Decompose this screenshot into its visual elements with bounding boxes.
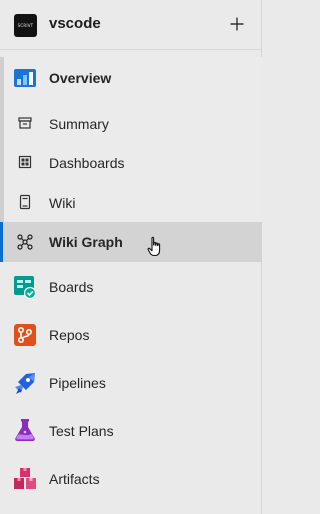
hand-cursor-icon [147,236,161,257]
nav-item-wiki[interactable]: Wiki [0,183,262,221]
nav-label-summary: Summary [49,116,109,132]
nav-item-dashboards[interactable]: Dashboards [0,143,262,181]
overview-icon [13,66,37,90]
pipelines-icon [13,371,37,395]
nav-label-pipelines: Pipelines [49,375,106,391]
repos-icon [13,323,37,347]
wiki-graph-icon [17,234,33,250]
nav-item-boards[interactable]: Boards [0,267,262,307]
nav-item-test-plans[interactable]: Test Plans [0,411,262,451]
dashboards-icon [17,154,33,170]
project-header: SCRIVT vscode [0,0,262,50]
nav-item-pipelines[interactable]: Pipelines [0,363,262,403]
add-button[interactable] [226,13,248,35]
nav-label-overview: Overview [49,70,112,86]
nav-label-wiki: Wiki [49,195,76,211]
nav-item-artifacts[interactable]: Artifacts [0,459,262,499]
nav-item-repos[interactable]: Repos [0,315,262,355]
wiki-icon [17,194,33,210]
project-avatar[interactable]: SCRIVT [14,14,37,37]
project-avatar-text: SCRIVT [17,23,34,28]
nav-item-overview[interactable]: Overview [0,59,262,97]
nav-label-artifacts: Artifacts [49,471,100,487]
nav-label-boards: Boards [49,279,94,295]
nav-label-repos: Repos [49,327,90,343]
test-plans-icon [13,418,37,442]
nav-item-wiki-graph[interactable]: Wiki Graph [0,222,262,262]
sidebar: SCRIVT vscode Overview Summary Dashboard… [0,0,262,514]
summary-icon [17,115,33,131]
boards-icon [13,275,37,299]
nav-label-test-plans: Test Plans [49,423,114,439]
project-name[interactable]: vscode [49,15,101,32]
plus-icon [230,17,244,31]
nav-label-dashboards: Dashboards [49,155,125,171]
nav-item-summary[interactable]: Summary [0,104,262,142]
nav-label-wiki-graph: Wiki Graph [49,234,123,250]
artifacts-icon [13,467,37,491]
